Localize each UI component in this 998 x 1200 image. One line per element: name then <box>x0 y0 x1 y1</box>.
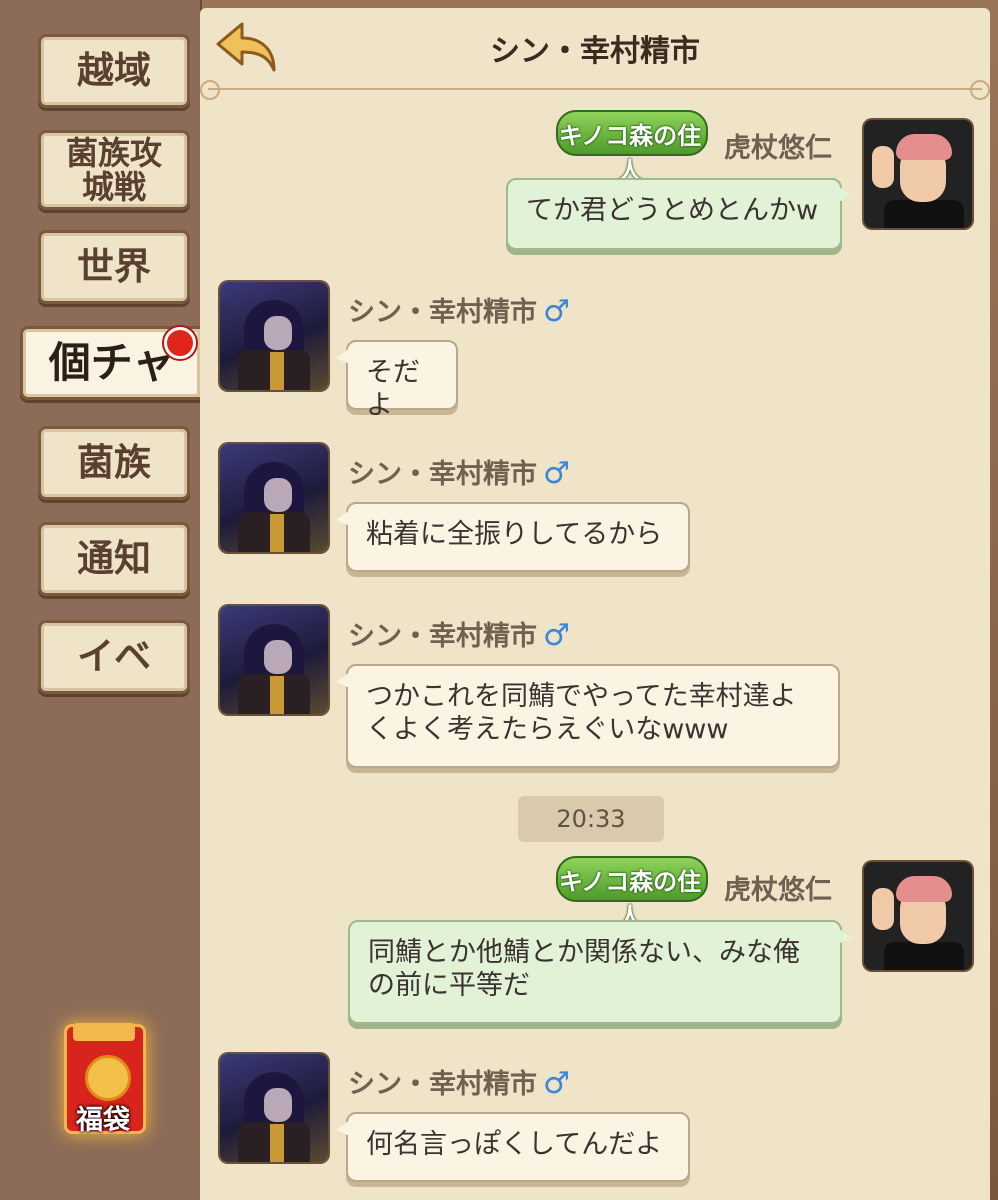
header-divider <box>208 88 982 90</box>
title-badge: キノコ森の住人 <box>556 846 708 931</box>
message-bubble: てか君どうとめとんかw <box>506 178 852 250</box>
tab-event[interactable]: イベ <box>38 620 190 694</box>
timestamp: 20:33 <box>518 796 664 842</box>
sender-name: シン・幸村精市 ♂ <box>348 1066 570 1101</box>
message-text: 同鯖とか他鯖とか関係ない、みな俺の前に平等だ <box>368 937 800 1001</box>
sender-name: 虎杖悠仁 <box>724 875 832 906</box>
sidebar: 越域 菌族攻城戦 世界 個チャ 菌族 通知 イベ 福袋 <box>0 0 202 1200</box>
avatar[interactable] <box>220 1054 328 1162</box>
sender-name: シン・幸村精市 ♂ <box>348 456 570 491</box>
male-icon: ♂ <box>543 294 570 329</box>
tab-private-chat-label: 個チャ <box>48 338 175 387</box>
fukubukuro-label: 福袋 <box>76 1105 130 1136</box>
male-icon: ♂ <box>543 618 570 653</box>
avatar[interactable] <box>864 120 972 228</box>
divider-ornament-right <box>970 80 990 100</box>
message-bubble: そだよ <box>336 340 458 421</box>
notification-dot <box>164 327 196 359</box>
tab-private-chat[interactable]: 個チャ <box>20 326 200 400</box>
chat-panel: シン・幸村精市 キノコ森の住人 虎杖悠仁 てか君どうとめとんかw シン・幸村精市… <box>200 8 990 1200</box>
message-bubble: つかこれを同鯖でやってた幸村達よくよく考えたらえぐいなwww <box>336 664 840 768</box>
message-text: 粘着に全振りしてるから <box>366 519 663 550</box>
tab-clan[interactable]: 菌族 <box>38 426 190 500</box>
male-icon: ♂ <box>543 456 570 491</box>
title-badge: キノコ森の住人 <box>556 100 708 185</box>
page-title: シン・幸村精市 <box>490 34 700 69</box>
message-bubble: 同鯖とか他鯖とか関係ない、みな俺の前に平等だ <box>348 920 852 1024</box>
title-badge-text: キノコ森の住人 <box>558 122 702 185</box>
avatar[interactable] <box>864 862 972 970</box>
tab-clan-siege[interactable]: 菌族攻城戦 <box>38 130 190 210</box>
tab-notice[interactable]: 通知 <box>38 522 190 596</box>
message-text: そだよ <box>366 357 420 421</box>
message-text: つかこれを同鯖でやってた幸村達よくよく考えたらえぐいなwww <box>366 681 797 745</box>
fukubukuro-button[interactable]: 福袋 <box>58 1018 148 1140</box>
message-text: 何名言っぽくしてんだよ <box>366 1129 663 1160</box>
avatar[interactable] <box>220 444 328 552</box>
avatar[interactable] <box>220 282 328 390</box>
tab-world[interactable]: 世界 <box>38 230 190 304</box>
tab-etsuiki[interactable]: 越域 <box>38 34 190 108</box>
sender-name: 虎杖悠仁 <box>724 133 832 164</box>
message-bubble: 粘着に全振りしてるから <box>336 502 690 572</box>
avatar[interactable] <box>220 606 328 714</box>
sender-name: シン・幸村精市 ♂ <box>348 618 570 653</box>
divider-ornament-left <box>200 80 220 100</box>
message-bubble: 何名言っぽくしてんだよ <box>336 1112 690 1182</box>
male-icon: ♂ <box>543 1066 570 1101</box>
message-text: てか君どうとめとんかw <box>526 195 819 226</box>
sender-name: シン・幸村精市 ♂ <box>348 294 570 329</box>
chat-header: シン・幸村精市 <box>200 8 990 100</box>
